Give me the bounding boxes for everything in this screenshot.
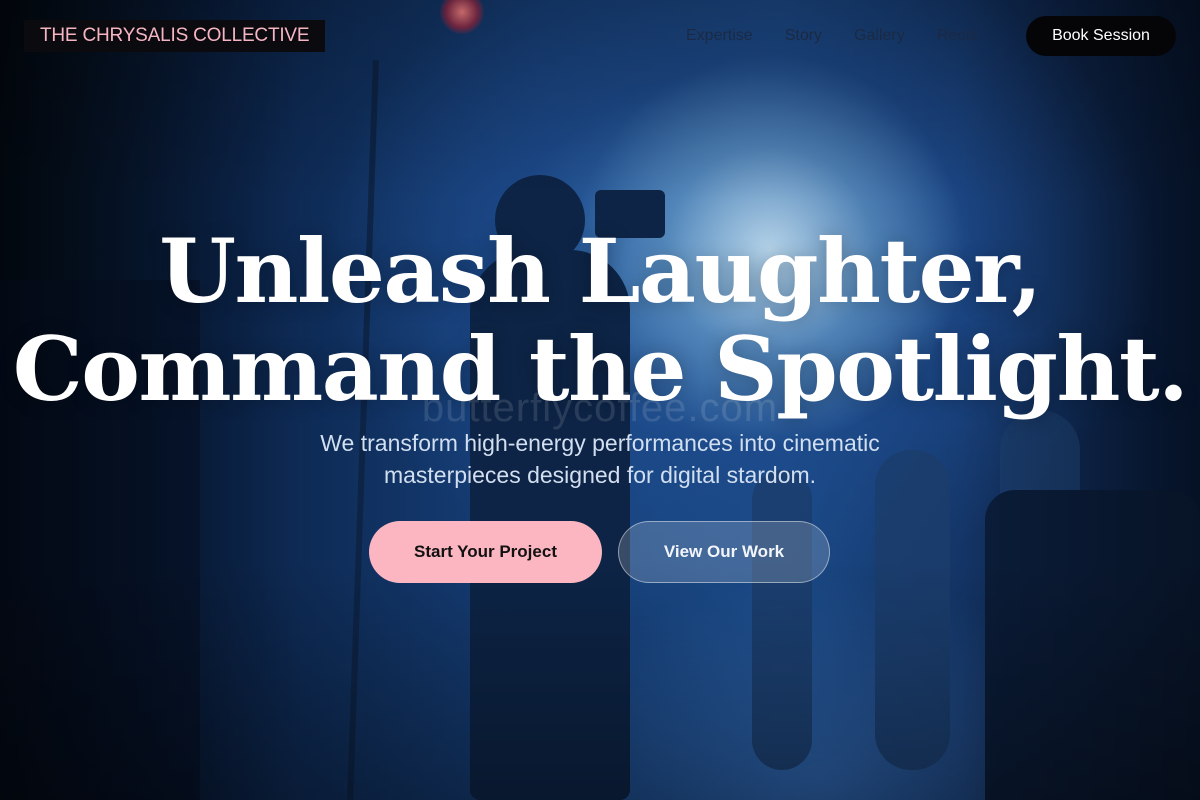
headline-line-1: Unleash Laughter, (159, 219, 1042, 323)
nav-item-gallery[interactable]: Gallery (854, 26, 905, 46)
main-nav: Expertise Story Gallery Reels (686, 26, 978, 46)
nav-item-story[interactable]: Story (785, 26, 822, 46)
start-project-button[interactable]: Start Your Project (369, 521, 602, 583)
nav-item-reels[interactable]: Reels (937, 26, 978, 46)
book-session-button[interactable]: Book Session (1026, 16, 1176, 56)
brand-logo[interactable]: THE CHRYSALIS COLLECTIVE (24, 20, 326, 52)
hero-subtitle: We transform high-energy performances in… (320, 430, 880, 488)
nav-item-expertise[interactable]: Expertise (686, 26, 753, 46)
view-work-button[interactable]: View Our Work (618, 521, 830, 583)
watermark: butterflycoffee.com (421, 386, 779, 430)
